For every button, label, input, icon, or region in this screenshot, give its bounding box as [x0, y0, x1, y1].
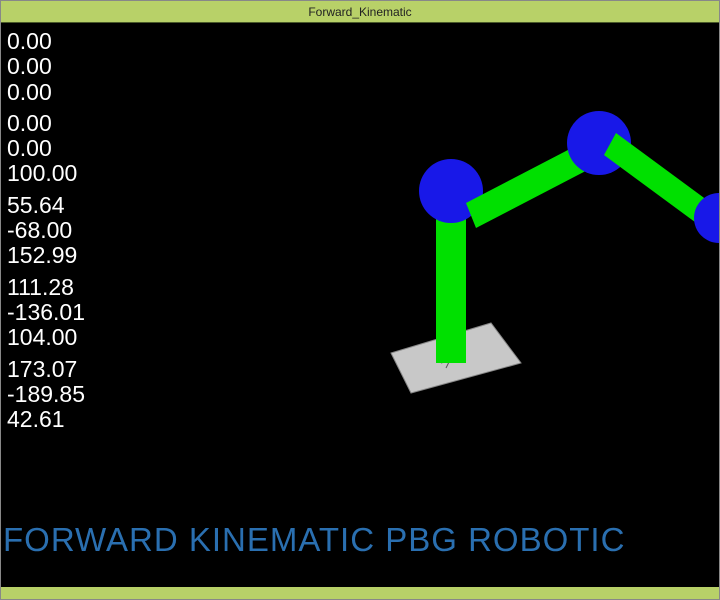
joint-0-y: 0.00 — [7, 54, 85, 79]
joint-1-z: 100.00 — [7, 161, 85, 186]
joint-4-y: -189.85 — [7, 382, 85, 407]
joint-3-coords: 111.28 -136.01 104.00 — [7, 275, 85, 351]
joint-2-z: 152.99 — [7, 243, 85, 268]
robot-arm-icon — [341, 63, 719, 443]
joint-0-x: 0.00 — [7, 29, 85, 54]
joint-3-z: 104.00 — [7, 325, 85, 350]
joint-coord-readout: 0.00 0.00 0.00 0.00 0.00 100.00 55.64 -6… — [7, 29, 85, 438]
app-title-banner: FORWARD KINEMATIC PBG ROBOTIC — [3, 521, 625, 559]
joint-2-coords: 55.64 -68.00 152.99 — [7, 193, 85, 269]
bottom-bar — [1, 587, 719, 599]
joint-1-y: 0.00 — [7, 136, 85, 161]
joint-4-z: 42.61 — [7, 407, 85, 432]
joint-1-x: 0.00 — [7, 111, 85, 136]
joint-2-x: 55.64 — [7, 193, 85, 218]
joint-4-coords: 173.07 -189.85 42.61 — [7, 357, 85, 433]
joint-0-z: 0.00 — [7, 80, 85, 105]
joint-0-coords: 0.00 0.00 0.00 — [7, 29, 85, 105]
joint-3-x: 111.28 — [7, 275, 85, 300]
joint-2-y: -68.00 — [7, 218, 85, 243]
joint-1-coords: 0.00 0.00 100.00 — [7, 111, 85, 187]
window-title: Forward_Kinematic — [308, 5, 411, 19]
joint-3-y: -136.01 — [7, 300, 85, 325]
app-window: Forward_Kinematic 0.00 0.00 0.00 0.00 0.… — [0, 0, 720, 600]
joint-4-x: 173.07 — [7, 357, 85, 382]
viewport-3d[interactable]: 0.00 0.00 0.00 0.00 0.00 100.00 55.64 -6… — [1, 23, 719, 599]
titlebar[interactable]: Forward_Kinematic — [1, 1, 719, 23]
